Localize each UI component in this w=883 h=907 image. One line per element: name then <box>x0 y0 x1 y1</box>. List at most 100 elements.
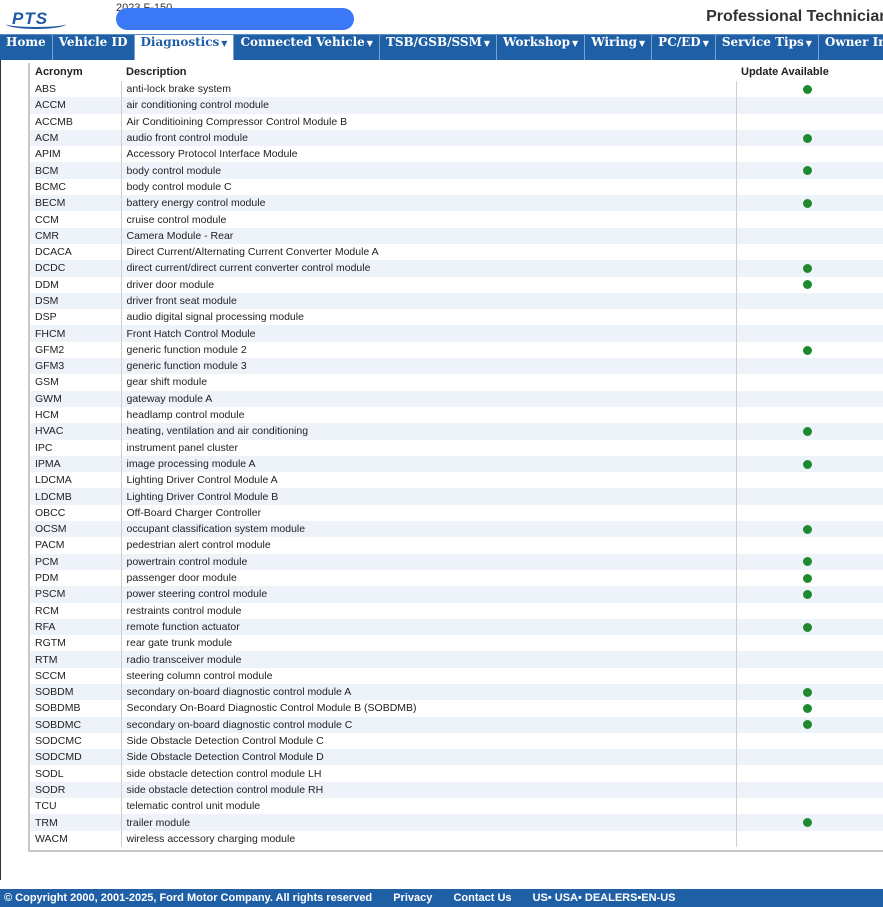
update-available-cell <box>735 667 883 684</box>
update-available-cell <box>735 81 883 98</box>
module-description: Air Conditioining Compressor Control Mod… <box>120 113 736 130</box>
module-description: cruise control module <box>120 211 736 228</box>
table-row: SOBDMB Secondary On-Board Diagnostic Cont… <box>30 700 883 717</box>
module-description: gateway module A <box>120 390 736 407</box>
table-row: GFM2 generic function module 2 <box>30 341 883 359</box>
table-row: CMR Camera Module - Rear <box>30 227 883 244</box>
update-available-icon <box>802 345 812 355</box>
module-acronym: HVAC <box>30 423 121 440</box>
nav-item-pc-ed[interactable]: PC/ED ▼ <box>652 35 716 61</box>
table-row: PDM passenger door module <box>30 569 883 587</box>
footer-privacy-link[interactable]: Privacy <box>393 892 432 904</box>
footer-contact-link[interactable]: Contact Us <box>453 892 511 904</box>
nav-item-label: Vehicle ID <box>58 35 128 49</box>
footer: © Copyright 2000, 2001-2025, Ford Motor … <box>0 889 883 907</box>
table-row: RCM restraints control module <box>30 602 883 619</box>
nav-item-label: Connected Vehicle <box>240 35 365 49</box>
nav-item-home[interactable]: Home <box>0 35 53 61</box>
module-description: air conditioning control module <box>120 97 736 114</box>
module-description: radio transceiver module <box>120 651 736 668</box>
table-row: GFM3 generic function module 3 <box>30 358 883 375</box>
nav-item-label: TSB/GSB/SSM <box>385 35 482 49</box>
update-available-cell <box>735 97 883 114</box>
table-body: ABS anti-lock brake system ACCM air conditi… <box>30 81 883 847</box>
table-row: BCM body control module <box>30 162 883 179</box>
nav-item-vehicle-id[interactable]: Vehicle ID <box>53 35 135 61</box>
module-description: audio digital signal processing module <box>120 309 736 326</box>
footer-locale: US• USA• DEALERS•EN-US <box>532 892 676 904</box>
nav-item-label: Workshop <box>503 35 571 49</box>
module-acronym: SOBDMB <box>30 700 121 717</box>
nav-item-connected-vehicle[interactable]: Connected Vehicle ▼ <box>234 35 380 61</box>
module-acronym: OBCC <box>30 504 121 522</box>
table-row: TCU telematic control unit module <box>30 798 883 815</box>
module-description: Camera Module - Rear <box>120 227 736 244</box>
module-description: Off-Board Charger Controller <box>120 504 736 522</box>
table-row: PACM pedestrian alert control module <box>30 537 883 554</box>
update-available-cell <box>735 472 883 489</box>
update-available-cell <box>735 618 883 636</box>
module-acronym: CMR <box>30 227 121 244</box>
update-available-cell <box>735 146 883 163</box>
module-description: trailer module <box>120 814 736 831</box>
module-description: headlamp control module <box>120 406 736 424</box>
module-description: driver front seat module <box>120 292 736 310</box>
module-acronym: PDM <box>30 569 121 587</box>
module-description: occupant classification system module <box>120 521 736 538</box>
pts-logo[interactable]: PTS <box>4 6 68 29</box>
module-description: generic function module 3 <box>120 358 736 375</box>
module-description: secondary on-board diagnostic control mo… <box>120 683 736 701</box>
nav-item-owner-info[interactable]: Owner Info▼ <box>819 35 883 61</box>
module-acronym: ACM <box>30 129 121 147</box>
module-description: powertrain control module <box>120 553 736 570</box>
module-description: Direct Current/Alternating Current Conve… <box>120 243 736 261</box>
module-description: passenger door module <box>120 569 736 587</box>
table-row: PSCM power steering control module <box>30 586 883 603</box>
chevron-down-icon: ▼ <box>639 38 646 48</box>
update-available-cell <box>735 651 883 668</box>
update-available-icon <box>802 704 812 714</box>
update-available-cell <box>735 243 883 261</box>
module-description: restraints control module <box>120 602 736 619</box>
module-acronym: GSM <box>30 374 121 391</box>
table-row: DSP audio digital signal processing modul… <box>30 309 883 326</box>
update-available-cell <box>735 488 883 505</box>
update-available-cell <box>735 455 883 473</box>
update-available-cell <box>735 178 883 196</box>
module-description: side obstacle detection control module R… <box>120 781 736 799</box>
header-acronym: Acronym <box>30 63 121 81</box>
header: PTS 2023 F-150 Professional Technician <box>0 0 883 34</box>
update-available-cell <box>735 553 883 570</box>
module-acronym: BECM <box>30 195 121 212</box>
nav-item-workshop[interactable]: Workshop ▼ <box>497 35 586 61</box>
nav-item-service-tips[interactable]: Service Tips ▼ <box>716 35 819 61</box>
module-acronym: PSCM <box>30 586 121 603</box>
main-nav: Home Vehicle ID Diagnostics ▼ Connected Vehi… <box>0 34 883 61</box>
update-available-cell <box>735 765 883 782</box>
table-row: TRM trailer module <box>30 814 883 831</box>
module-acronym: HCM <box>30 406 121 424</box>
update-available-icon <box>802 557 812 567</box>
module-acronym: SOBDM <box>30 683 121 701</box>
module-acronym: PACM <box>30 537 121 554</box>
chevron-down-icon: ▼ <box>702 38 709 48</box>
module-acronym: DSM <box>30 292 121 310</box>
update-available-icon <box>802 622 812 632</box>
module-description: wireless accessory charging module <box>120 830 736 847</box>
nav-item-tsb-gsb-ssm[interactable]: TSB/GSB/SSM ▼ <box>380 35 498 61</box>
nav-item-label: Wiring <box>591 35 638 49</box>
module-description: telematic control unit module <box>120 798 736 815</box>
module-description: generic function module 2 <box>120 341 736 359</box>
chevron-down-icon: ▼ <box>366 38 373 48</box>
nav-item-diagnostics[interactable]: Diagnostics ▼ <box>134 35 235 61</box>
module-acronym: DSP <box>30 309 121 326</box>
update-available-cell <box>735 569 883 587</box>
module-acronym: DCDC <box>30 260 121 277</box>
update-available-cell <box>735 211 883 228</box>
module-acronym: BCMC <box>30 178 121 196</box>
header-update-available: Update Available <box>736 63 883 81</box>
module-acronym: WACM <box>30 830 121 847</box>
chevron-down-icon: ▼ <box>805 38 812 48</box>
module-description: body control module C <box>120 178 736 196</box>
nav-item-wiring[interactable]: Wiring ▼ <box>585 35 653 61</box>
